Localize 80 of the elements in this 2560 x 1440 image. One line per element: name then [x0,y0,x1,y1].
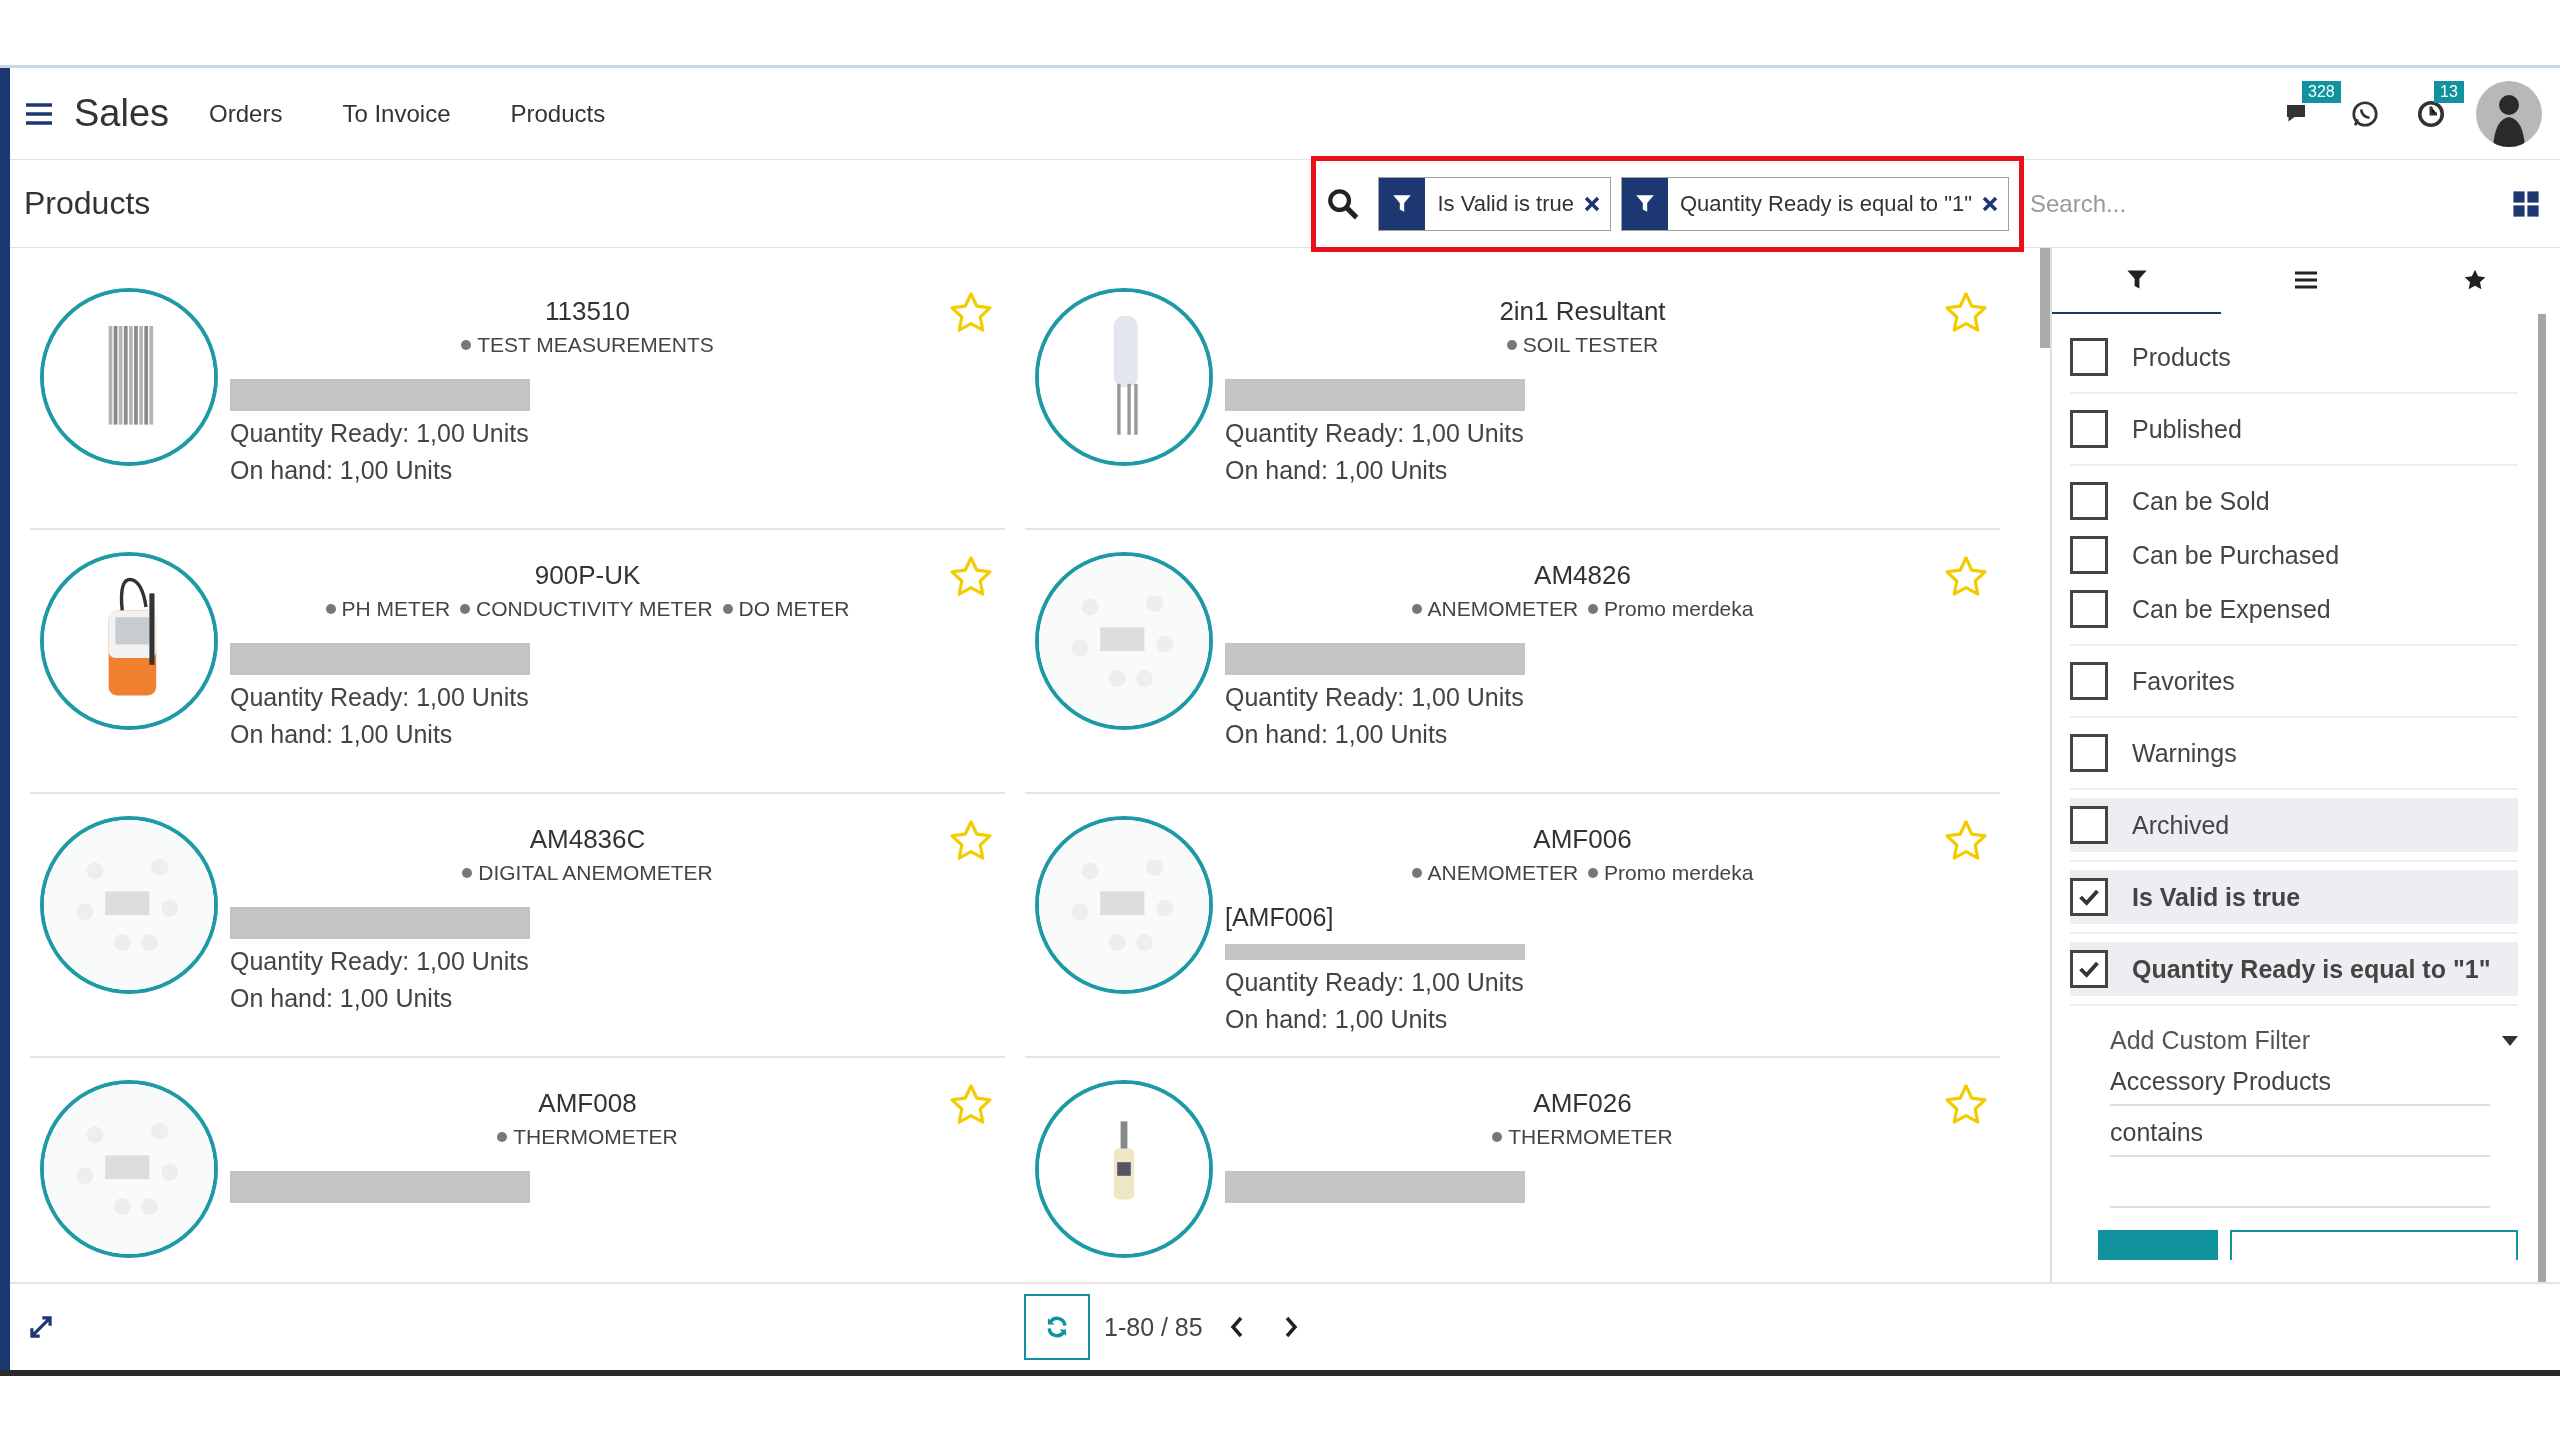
product-tag: PH METER [325,597,451,621]
checkbox[interactable] [2070,662,2108,700]
product-name: 900P-UK [534,560,641,591]
quantity-ready: Quantity Ready: 1,00 Units [230,683,529,712]
product-tag: TEST MEASUREMENTS [461,333,714,357]
product-tag: ANEMOMETER [1411,861,1579,885]
product-card[interactable]: AM4826 ANEMOMETER Promo merdeka Quantity Ready: 1,00 Units On hand: 1,00 Units [1025,530,2000,794]
operator-select[interactable]: contains [2110,1106,2490,1157]
notification-count: 328 [2302,80,2341,103]
app-title: Sales [74,92,170,135]
pager-range: 1-80 / 85 [1104,1312,1203,1342]
menu-item[interactable]: Products [510,99,606,128]
product-name: AM4836C [529,824,646,855]
product-card[interactable]: 2in1 Resultant SOIL TESTER Quantity Ready: 1,00 Units On hand: 1,00 Units [1025,266,2000,530]
filter-option[interactable]: Archived [2070,798,2518,852]
checkbox[interactable] [2070,338,2108,376]
quantity-ready: Quantity Ready: 1,00 Units [1225,683,1524,712]
checkbox[interactable] [2070,734,2108,772]
product-tag: Promo merdeka [1588,861,1754,885]
product-reference: [AMF006] [1225,903,1334,932]
product-tag: THERMOMETER [497,1125,678,1149]
notification-count: 13 [2434,80,2464,103]
close-icon[interactable] [1584,195,1600,212]
product-tag: DO METER [722,597,850,621]
whatsapp-icon[interactable] [2350,98,2380,129]
expand-icon[interactable] [28,1314,54,1340]
product-name: AMF008 [538,1088,637,1119]
on-hand-quantity: On hand: 1,00 Units [1225,456,1448,485]
chevron-left-icon [1228,1315,1245,1339]
product-name: 2in1 Resultant [1499,296,1666,327]
checkbox[interactable] [2070,410,2108,448]
product-card[interactable]: 900P-UK PH METER CONDUCTIVITY METER DO METER Quantity Ready: 1,00 Units On hand: 1,00 Units [30,530,1005,794]
product-name: AMF026 [1533,1088,1632,1119]
product-card[interactable]: AMF006 ANEMOMETER Promo merdeka [AMF006] Quantity Ready: 1,00 Units On hand: 1,00 Units [1025,794,2000,1058]
product-tag: SOIL TESTER [1506,333,1659,357]
product-card[interactable]: 113510 TEST MEASUREMENTS Quantity Ready: 1,00 Units On hand: 1,00 Units [30,266,1005,530]
product-tag: THERMOMETER [1492,1125,1673,1149]
add-condition-button[interactable] [2230,1230,2518,1260]
on-hand-quantity: On hand: 1,00 Units [230,720,453,749]
on-hand-quantity: On hand: 1,00 Units [1225,720,1448,749]
product-tag: Promo merdeka [1588,597,1754,621]
product-tag: CONDUCTIVITY METER [460,597,713,621]
clock-icon[interactable] [2416,98,2446,129]
refresh-button[interactable] [1024,1294,1090,1360]
checkbox[interactable] [2070,590,2108,628]
menu-item[interactable]: To Invoice [342,99,451,128]
caret-icon[interactable] [2502,1035,2518,1046]
close-icon[interactable] [1982,195,1998,212]
product-name: AMF006 [1533,824,1632,855]
scrollbar-thumb[interactable] [2040,248,2050,348]
quantity-ready: Quantity Ready: 1,00 Units [1225,419,1524,448]
add-custom-filter[interactable]: Add Custom Filter [2110,1026,2311,1055]
checkbox[interactable] [2070,536,2108,574]
product-name: 113510 [545,296,630,327]
checkbox[interactable] [2070,482,2108,520]
filter-option[interactable]: Quantity Ready is equal to "1" [2070,942,2518,996]
search-icon[interactable] [1326,186,1361,221]
on-hand-quantity: On hand: 1,00 Units [230,456,453,485]
product-tag: ANEMOMETER [1411,597,1579,621]
on-hand-quantity: On hand: 1,00 Units [230,984,453,1013]
product-card[interactable]: AMF026 THERMOMETER [1025,1058,2000,1282]
search-facet[interactable]: Quantity Ready is equal to "1" [1621,176,2009,231]
menu-item[interactable]: Orders [209,99,283,128]
quantity-ready: Quantity Ready: 1,00 Units [230,947,529,976]
breadcrumb: Products [24,185,151,222]
checkbox[interactable] [2070,878,2108,916]
checkbox[interactable] [2070,806,2108,844]
product-card[interactable]: AMF008 THERMOMETER [30,1058,1005,1282]
checkbox[interactable] [2070,950,2108,988]
product-name: AM4826 [1534,560,1631,591]
menu-icon[interactable] [24,100,54,127]
quantity-ready: Quantity Ready: 1,00 Units [1225,968,1524,997]
filter-option[interactable]: Is Valid is true [2070,870,2518,924]
quantity-ready: Quantity Ready: 1,00 Units [230,419,529,448]
product-tag: DIGITAL ANEMOMETER [462,861,713,885]
on-hand-quantity: On hand: 1,00 Units [1225,1005,1448,1034]
product-card[interactable]: AM4836C DIGITAL ANEMOMETER Quantity Ready: 1,00 Units On hand: 1,00 Units [30,794,1005,1058]
search-facet[interactable]: Is Valid is true [1378,176,1611,231]
kanban-view-icon[interactable] [2512,189,2540,218]
field-select[interactable]: Accessory Products [2110,1055,2490,1106]
